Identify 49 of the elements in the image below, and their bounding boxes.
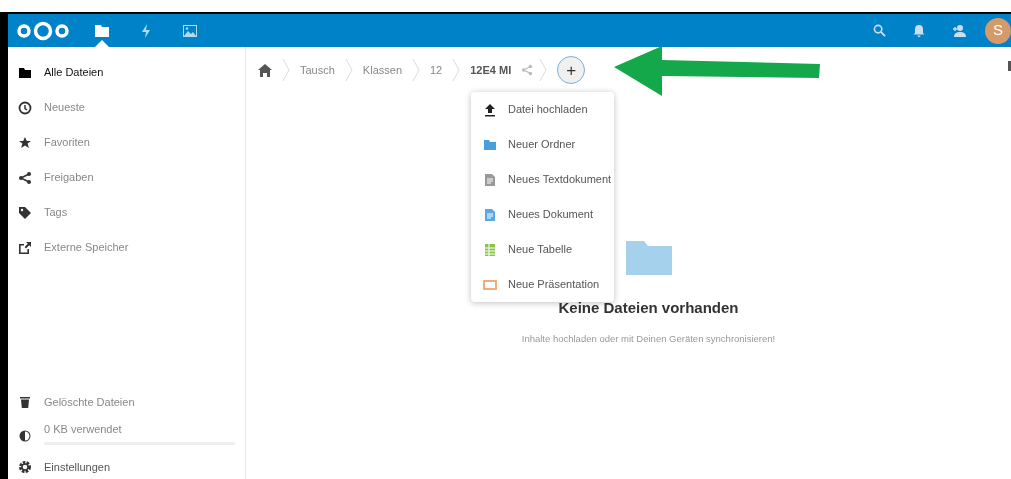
menu-item[interactable]: Neues Textdokument (471, 162, 614, 197)
presentation-icon (483, 277, 497, 292)
upload-icon (483, 102, 497, 117)
menu-item[interactable]: Datei hochladen (471, 92, 614, 127)
settings-item[interactable]: Einstellungen (8, 455, 245, 479)
folder-icon (18, 65, 32, 80)
logo-icon (16, 20, 70, 41)
breadcrumb-link[interactable]: Tausch (300, 61, 335, 79)
sidebar-item[interactable]: Alle Dateien (8, 55, 245, 90)
chevron-icon (282, 58, 290, 82)
menu-item[interactable]: Neues Dokument (471, 197, 614, 232)
menu-item[interactable]: Neue Tabelle (471, 232, 614, 267)
contacts-icon (951, 24, 967, 37)
search-icon (872, 24, 886, 37)
share-icon (18, 170, 32, 185)
pie-chart-icon (18, 429, 32, 443)
sidebar-item[interactable]: Externe Speicher (8, 230, 245, 265)
breadcrumb-link[interactable]: 12E4 MI (470, 61, 512, 79)
chevron-icon (452, 58, 461, 82)
breadcrumb-link[interactable]: Klassen (362, 61, 402, 79)
external-link-icon (18, 240, 32, 255)
new-button[interactable]: + (557, 56, 586, 84)
bell-icon (913, 24, 925, 37)
clock-icon (18, 100, 32, 115)
text-document-icon (483, 172, 497, 187)
quota-text: 0 KB verwendet (44, 421, 123, 437)
document-icon (483, 207, 497, 222)
chevron-icon (412, 58, 420, 82)
chevron-icon (344, 58, 353, 82)
share-icon[interactable] (521, 64, 534, 76)
sidebar-item[interactable]: Favoriten (8, 125, 245, 160)
sidebar-item[interactable]: Freigaben (8, 160, 245, 195)
trash-icon (18, 395, 32, 409)
view-toggle-icon[interactable] (1008, 61, 1011, 71)
menu-item[interactable]: Neuer Ordner (471, 127, 614, 162)
sidebar-item[interactable]: Neueste (8, 90, 245, 125)
tag-icon (18, 205, 32, 220)
spreadsheet-icon (483, 242, 497, 257)
home-icon[interactable] (258, 63, 272, 77)
image-icon (182, 22, 198, 39)
settings-icon (18, 460, 32, 474)
chevron-icon (539, 58, 548, 82)
sidebar-item[interactable]: Gelöschte Dateien (8, 387, 245, 417)
folder-icon (94, 22, 110, 39)
folder-icon (483, 137, 497, 152)
star-icon (18, 135, 32, 150)
breadcrumb-link[interactable]: 12 (430, 61, 443, 79)
empty-hint: Inhalte hochladen oder mit Deinen Geräten synchronisieren! (521, 331, 776, 346)
sidebar-item[interactable]: Tags (8, 195, 245, 230)
